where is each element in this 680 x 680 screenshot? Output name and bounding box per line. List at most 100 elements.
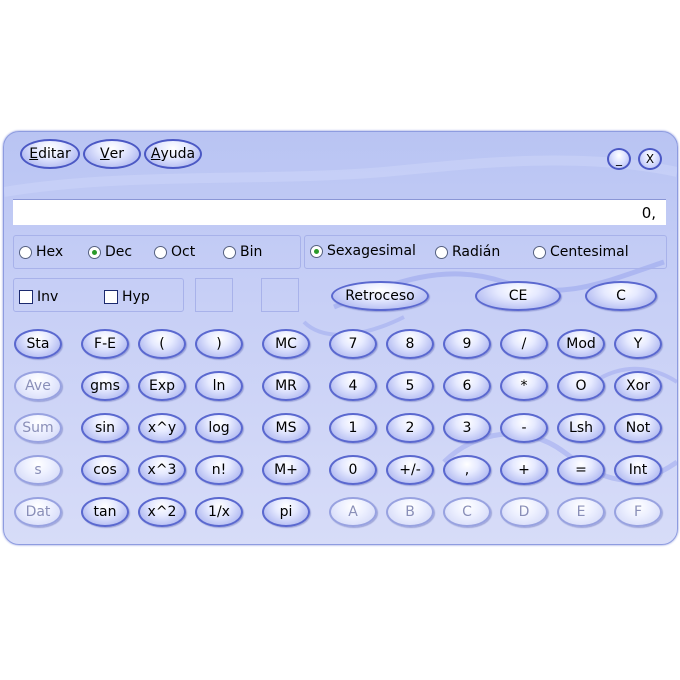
- radio-sexagesimal-indicator: [310, 244, 323, 258]
- digit-7-button[interactable]: 7: [329, 329, 377, 359]
- factorial-button[interactable]: n!: [195, 455, 243, 485]
- ms-button[interactable]: MS: [262, 413, 310, 443]
- radio-centesimal-label: Centesimal: [550, 244, 629, 260]
- log-button[interactable]: log: [195, 413, 243, 443]
- cube-button[interactable]: x^3: [138, 455, 186, 485]
- hex-c-button[interactable]: C: [443, 497, 491, 527]
- tan-button[interactable]: tan: [81, 497, 129, 527]
- radio-radian-indicator: [435, 245, 448, 259]
- radio-radian-label: Radián: [452, 244, 501, 260]
- radio-hex-indicator: [19, 245, 32, 259]
- memory-indicator: [261, 278, 299, 312]
- radio-radian[interactable]: Radián: [435, 243, 500, 261]
- ln-button[interactable]: ln: [195, 371, 243, 401]
- result-display: 0,: [13, 199, 666, 225]
- digit-6-button[interactable]: 6: [443, 371, 491, 401]
- menu-ayuda-label: yuda: [160, 146, 196, 162]
- square-button[interactable]: x^2: [138, 497, 186, 527]
- menu-editar-mnemonic: E: [29, 146, 39, 162]
- mod-button[interactable]: Mod: [557, 329, 605, 359]
- minimize-button[interactable]: _: [607, 148, 631, 170]
- decimal-button[interactable]: ,: [443, 455, 491, 485]
- digit-8-button[interactable]: 8: [386, 329, 434, 359]
- cos-button[interactable]: cos: [81, 455, 129, 485]
- subtract-button[interactable]: -: [500, 413, 548, 443]
- ave-button[interactable]: Ave: [14, 371, 62, 401]
- hex-d-button[interactable]: D: [500, 497, 548, 527]
- clear-button[interactable]: C: [585, 281, 657, 311]
- radio-hex[interactable]: Hex: [19, 243, 63, 261]
- s-button[interactable]: s: [14, 455, 62, 485]
- menu-ver-label: er: [109, 146, 124, 162]
- radio-dec-label: Dec: [105, 244, 133, 260]
- menu-editar[interactable]: Editar: [20, 139, 80, 169]
- equals-button[interactable]: =: [557, 455, 605, 485]
- m-plus-button[interactable]: M+: [262, 455, 310, 485]
- checkbox-inv-box: [19, 290, 33, 304]
- add-button[interactable]: +: [500, 455, 548, 485]
- radio-oct[interactable]: Oct: [154, 243, 195, 261]
- sta-button[interactable]: Sta: [14, 329, 62, 359]
- parenthesis-indicator: [195, 278, 233, 312]
- close-paren-button[interactable]: ): [195, 329, 243, 359]
- xor-button[interactable]: Xor: [614, 371, 662, 401]
- sin-button[interactable]: sin: [81, 413, 129, 443]
- radio-sexagesimal-label: Sexagesimal: [327, 243, 416, 259]
- digit-3-button[interactable]: 3: [443, 413, 491, 443]
- checkbox-hyp-box: [104, 290, 118, 304]
- int-button[interactable]: Int: [614, 455, 662, 485]
- sign-button[interactable]: +/-: [386, 455, 434, 485]
- menu-ayuda-mnemonic: A: [150, 146, 161, 162]
- menu-ver-mnemonic: V: [100, 146, 110, 162]
- radio-oct-label: Oct: [171, 244, 196, 260]
- reciprocal-button[interactable]: 1/x: [195, 497, 243, 527]
- hex-f-button[interactable]: F: [614, 497, 662, 527]
- fe-button[interactable]: F-E: [81, 329, 129, 359]
- radio-oct-indicator: [154, 245, 167, 259]
- radio-sexagesimal[interactable]: Sexagesimal: [310, 242, 416, 260]
- power-button[interactable]: x^y: [138, 413, 186, 443]
- calculator-window: Editar Ver Ayuda _ X 0, Hex Dec Oct Bin …: [3, 131, 678, 545]
- radio-bin-label: Bin: [240, 244, 263, 260]
- close-button[interactable]: X: [638, 148, 662, 170]
- checkbox-inv-label: Inv: [37, 289, 59, 305]
- hex-a-button[interactable]: A: [329, 497, 377, 527]
- multiply-button[interactable]: *: [500, 371, 548, 401]
- radio-bin[interactable]: Bin: [223, 243, 262, 261]
- open-paren-button[interactable]: (: [138, 329, 186, 359]
- not-button[interactable]: Not: [614, 413, 662, 443]
- radio-bin-indicator: [223, 245, 236, 259]
- exp-button[interactable]: Exp: [138, 371, 186, 401]
- digit-1-button[interactable]: 1: [329, 413, 377, 443]
- dat-button[interactable]: Dat: [14, 497, 62, 527]
- checkbox-inv[interactable]: Inv: [19, 288, 58, 306]
- hex-e-button[interactable]: E: [557, 497, 605, 527]
- dms-button[interactable]: gms: [81, 371, 129, 401]
- menu-editar-label: ditar: [38, 146, 71, 162]
- backspace-button[interactable]: Retroceso: [331, 281, 429, 311]
- close-icon: X: [645, 152, 655, 166]
- digit-9-button[interactable]: 9: [443, 329, 491, 359]
- divide-button[interactable]: /: [500, 329, 548, 359]
- digit-4-button[interactable]: 4: [329, 371, 377, 401]
- digit-0-button[interactable]: 0: [329, 455, 377, 485]
- radio-centesimal[interactable]: Centesimal: [533, 243, 629, 261]
- clear-entry-button[interactable]: CE: [475, 281, 561, 311]
- lsh-button[interactable]: Lsh: [557, 413, 605, 443]
- digit-5-button[interactable]: 5: [386, 371, 434, 401]
- digit-2-button[interactable]: 2: [386, 413, 434, 443]
- sum-button[interactable]: Sum: [14, 413, 62, 443]
- hex-b-button[interactable]: B: [386, 497, 434, 527]
- mc-button[interactable]: MC: [262, 329, 310, 359]
- pi-button[interactable]: pi: [262, 497, 310, 527]
- or-button[interactable]: O: [557, 371, 605, 401]
- radio-hex-label: Hex: [36, 244, 64, 260]
- checkbox-hyp[interactable]: Hyp: [104, 288, 150, 306]
- checkbox-hyp-label: Hyp: [122, 289, 150, 305]
- radio-dec[interactable]: Dec: [88, 243, 132, 261]
- minimize-icon: _: [616, 152, 622, 166]
- mr-button[interactable]: MR: [262, 371, 310, 401]
- menu-ver[interactable]: Ver: [83, 139, 141, 169]
- and-button[interactable]: Y: [614, 329, 662, 359]
- menu-ayuda[interactable]: Ayuda: [144, 139, 202, 169]
